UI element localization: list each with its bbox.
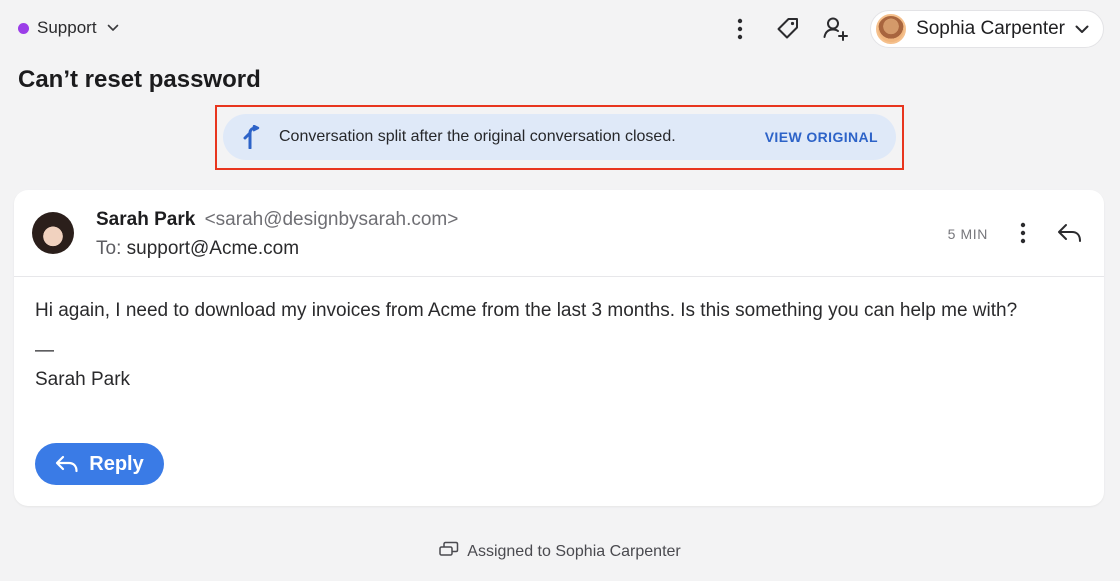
to-label: To: bbox=[96, 238, 122, 259]
assign-icon bbox=[439, 541, 459, 562]
chevron-down-icon bbox=[107, 24, 119, 32]
inbox-label: Support bbox=[37, 18, 97, 37]
recipient-line: To: support@Acme.com bbox=[96, 238, 299, 260]
avatar bbox=[32, 212, 74, 254]
assigned-text: Assigned to Sophia Carpenter bbox=[467, 542, 681, 560]
tag-icon[interactable] bbox=[764, 11, 812, 47]
message-time: 5 MIN bbox=[947, 226, 988, 242]
inbox-color-dot bbox=[18, 22, 29, 34]
split-banner: Conversation split after the original co… bbox=[223, 114, 896, 160]
top-actions: Sophia Carpenter bbox=[716, 10, 1104, 48]
chevron-down-icon bbox=[1075, 18, 1089, 40]
avatar bbox=[876, 14, 907, 44]
more-vertical-icon[interactable] bbox=[1008, 218, 1038, 248]
add-user-icon[interactable] bbox=[812, 11, 860, 47]
reply-icon bbox=[56, 455, 78, 473]
user-name: Sophia Carpenter bbox=[916, 18, 1065, 39]
reply-icon[interactable] bbox=[1054, 218, 1086, 248]
message-card: Sarah Park <sarah@designbysarah.com> To:… bbox=[14, 190, 1104, 506]
top-bar: Support Sophia Carpenter bbox=[0, 0, 1120, 56]
assignment-note: Assigned to Sophia Carpenter bbox=[0, 541, 1120, 562]
reply-button[interactable]: Reply bbox=[35, 443, 164, 485]
sender-email: <sarah@designbysarah.com> bbox=[204, 209, 459, 230]
message-header: Sarah Park <sarah@designbysarah.com> To:… bbox=[14, 190, 1104, 277]
sender-line: Sarah Park <sarah@designbysarah.com> bbox=[96, 209, 458, 231]
split-banner-message: Conversation split after the original co… bbox=[279, 128, 676, 145]
inbox-switcher[interactable]: Support bbox=[18, 18, 119, 38]
message-body: Hi again, I need to download my invoices… bbox=[35, 300, 1018, 321]
split-icon bbox=[241, 125, 265, 149]
user-menu[interactable]: Sophia Carpenter bbox=[870, 10, 1104, 48]
view-original-link[interactable]: VIEW ORIGINAL bbox=[765, 129, 878, 145]
signature-name: Sarah Park bbox=[35, 369, 131, 390]
signature-separator: — bbox=[35, 340, 54, 361]
reply-button-label: Reply bbox=[89, 452, 144, 475]
page-title: Can’t reset password bbox=[18, 66, 261, 93]
recipient-address: support@Acme.com bbox=[126, 238, 300, 259]
sender-name: Sarah Park bbox=[96, 209, 196, 230]
more-vertical-icon[interactable] bbox=[716, 11, 764, 47]
